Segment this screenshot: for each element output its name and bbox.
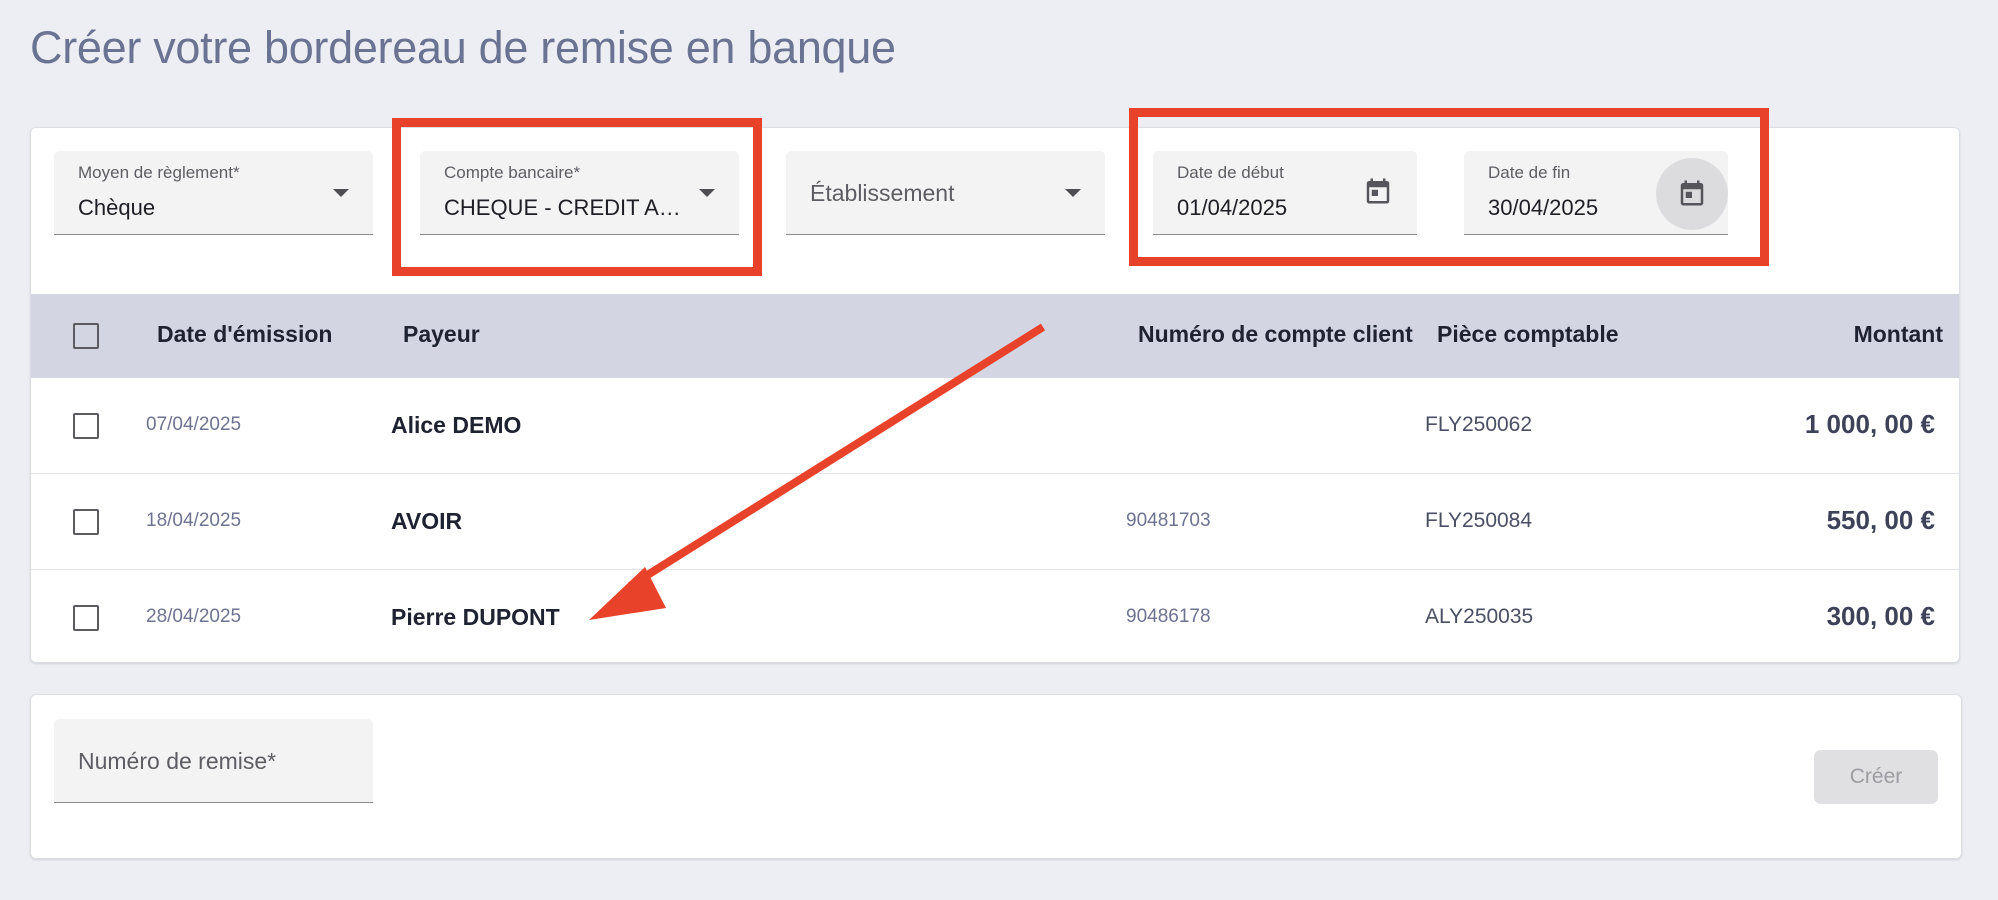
row-accounting-doc: ALY250035 — [1425, 605, 1534, 628]
start-date-field[interactable]: Date de début 01/04/2025 — [1153, 151, 1417, 235]
chevron-down-icon — [1065, 189, 1081, 197]
row-issue-date: 28/04/2025 — [146, 606, 242, 627]
select-all-checkbox[interactable] — [73, 323, 99, 349]
table-header: Date d'émission Payeur Numéro de compte … — [31, 294, 1959, 378]
row-checkbox[interactable] — [73, 509, 99, 535]
row-payer: Pierre DUPONT — [391, 604, 560, 630]
start-date-value: 01/04/2025 — [1177, 195, 1288, 220]
end-date-field[interactable]: Date de fin 30/04/2025 — [1464, 151, 1728, 235]
row-amount: 550, 00 € — [1826, 505, 1935, 535]
payment-method-label: Moyen de règlement* — [78, 163, 240, 182]
header-payer[interactable]: Payeur — [403, 321, 480, 348]
table-row[interactable]: 28/04/2025 Pierre DUPONT 90486178 ALY250… — [31, 570, 1959, 662]
row-accounting-doc: FLY250062 — [1425, 413, 1533, 436]
row-issue-date: 07/04/2025 — [146, 414, 242, 435]
table-row[interactable]: 07/04/2025 Alice DEMO FLY250062 1 000, 0… — [31, 378, 1959, 474]
establishment-placeholder: Établissement — [810, 180, 955, 206]
row-client-account: 90481703 — [1126, 510, 1211, 531]
row-payer: AVOIR — [391, 508, 463, 534]
row-amount: 1 000, 00 € — [1804, 409, 1935, 439]
create-button[interactable]: Créer — [1814, 750, 1938, 804]
calendar-icon — [1680, 180, 1704, 206]
chevron-down-icon — [699, 189, 715, 197]
filters-and-table-card: Moyen de règlement* Chèque Compte bancai… — [30, 127, 1960, 663]
end-date-value: 30/04/2025 — [1488, 195, 1599, 220]
establishment-select[interactable]: Établissement — [786, 151, 1105, 235]
bank-account-label: Compte bancaire* — [444, 163, 581, 182]
row-checkbox[interactable] — [73, 413, 99, 439]
remittance-number-placeholder: Numéro de remise* — [78, 748, 277, 774]
end-date-calendar-button[interactable] — [1656, 158, 1728, 230]
header-client-account[interactable]: Numéro de compte client — [1138, 321, 1413, 348]
row-checkbox[interactable] — [73, 605, 99, 631]
start-date-label: Date de début — [1177, 163, 1284, 182]
bank-account-value: CHEQUE - CREDIT AGRI… — [444, 195, 694, 220]
table-row[interactable]: 18/04/2025 AVOIR 90481703 FLY250084 550,… — [31, 474, 1959, 570]
payment-method-value: Chèque — [78, 195, 156, 220]
header-issue-date[interactable]: Date d'émission — [157, 321, 332, 348]
payment-method-select[interactable]: Moyen de règlement* Chèque — [54, 151, 373, 235]
row-payer: Alice DEMO — [391, 412, 522, 438]
row-accounting-doc: FLY250084 — [1425, 509, 1533, 532]
chevron-down-icon — [333, 189, 349, 197]
remittance-number-input[interactable]: Numéro de remise* — [54, 719, 373, 803]
page-title: Créer votre bordereau de remise en banqu… — [30, 22, 896, 73]
header-accounting-doc[interactable]: Pièce comptable — [1437, 321, 1619, 348]
header-amount[interactable]: Montant — [1854, 321, 1943, 348]
row-client-account: 90486178 — [1126, 606, 1211, 627]
row-issue-date: 18/04/2025 — [146, 510, 242, 531]
remittance-card: Numéro de remise* Créer — [30, 694, 1962, 859]
calendar-icon[interactable] — [1363, 176, 1393, 206]
end-date-label: Date de fin — [1488, 163, 1571, 182]
bank-account-select[interactable]: Compte bancaire* CHEQUE - CREDIT AGRI… — [420, 151, 739, 235]
row-amount: 300, 00 € — [1826, 601, 1935, 631]
